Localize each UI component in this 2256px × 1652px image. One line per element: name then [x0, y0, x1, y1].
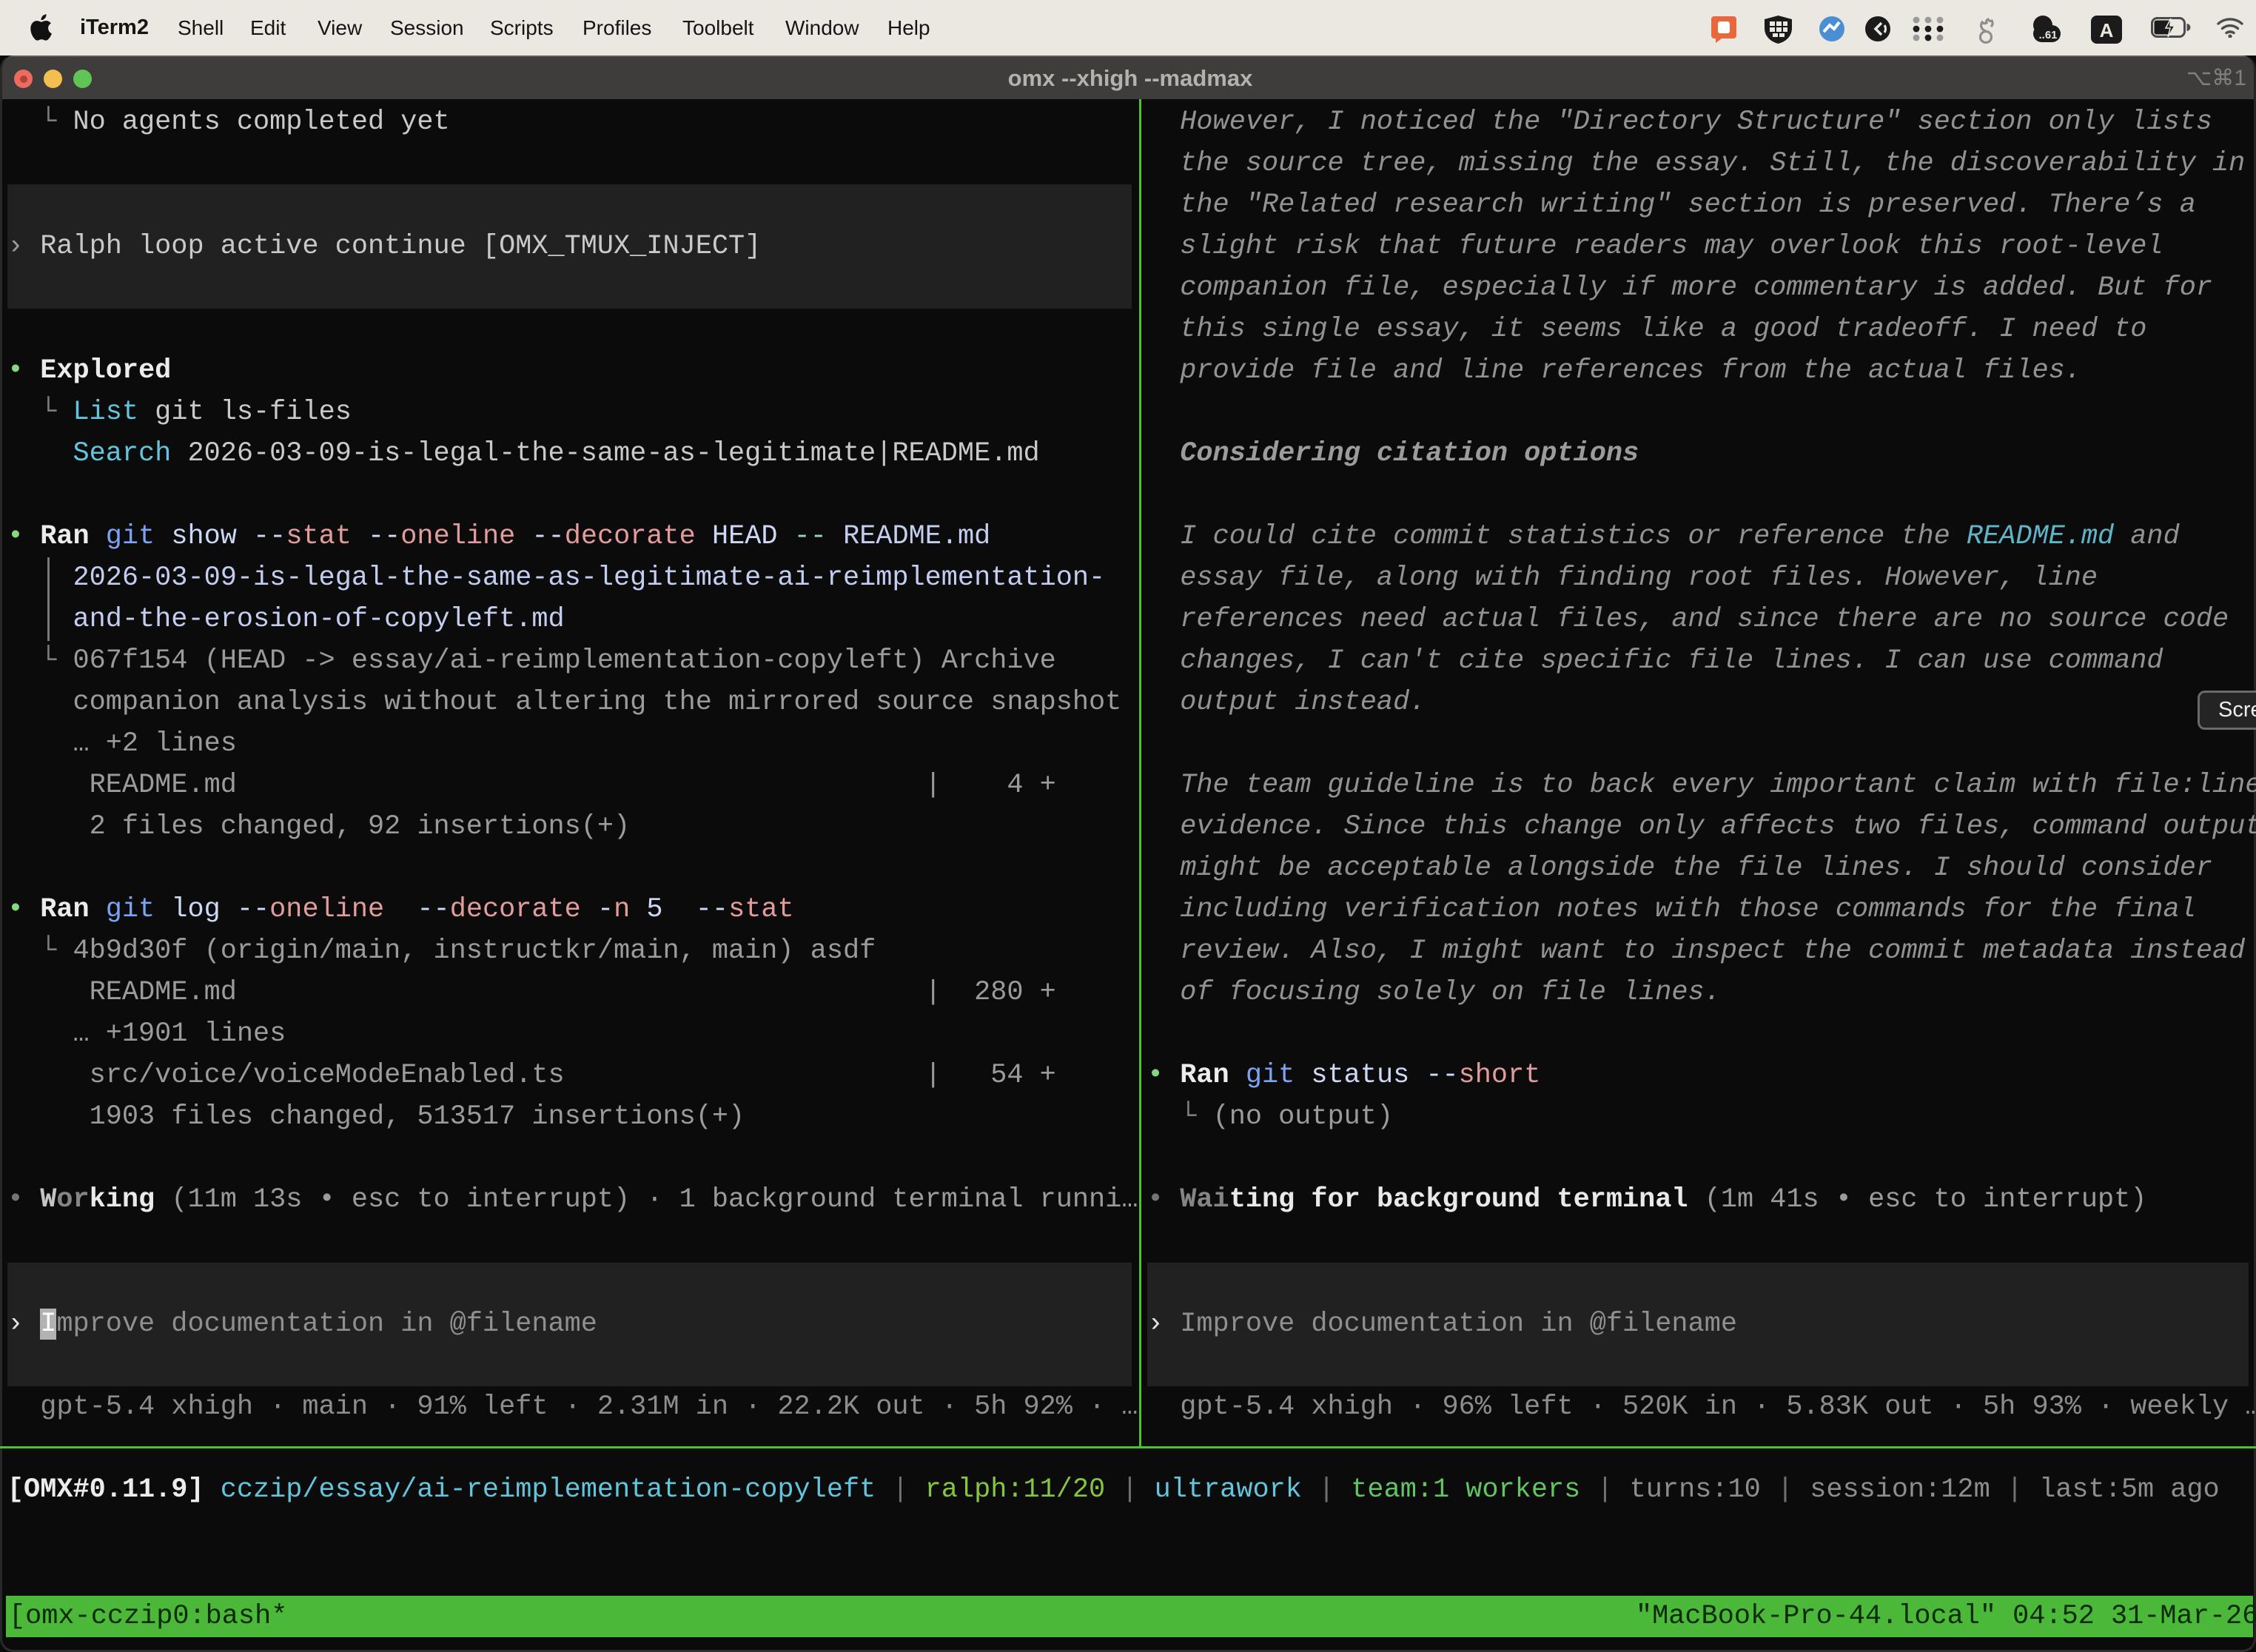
svg-text:A: A — [2100, 19, 2114, 41]
svg-text:..61: ..61 — [2038, 29, 2057, 41]
